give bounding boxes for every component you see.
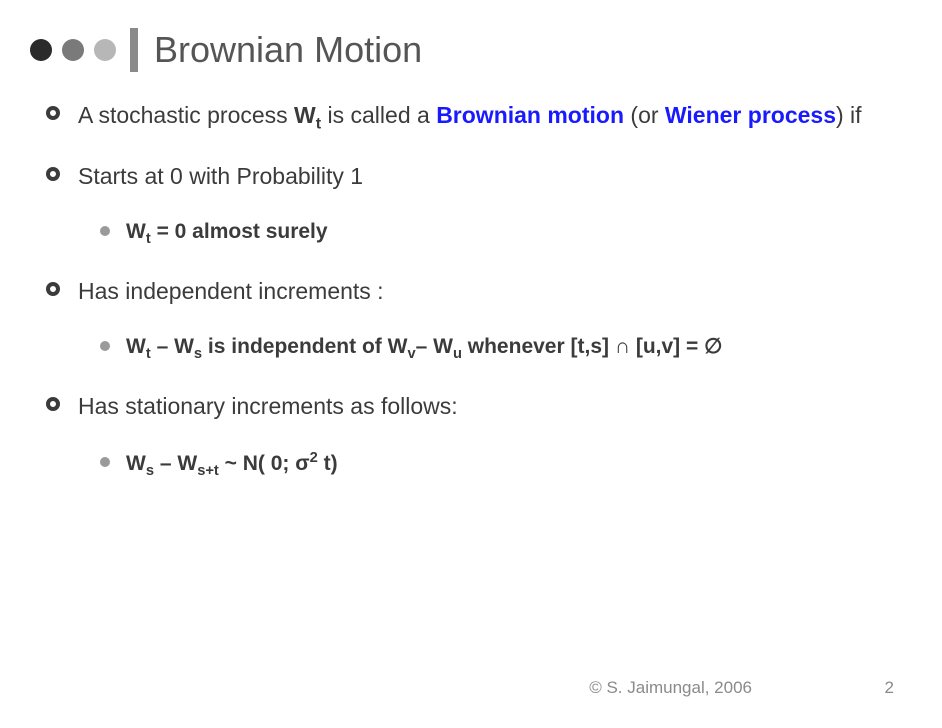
- subscript: u: [453, 347, 462, 363]
- copyright-text: © S. Jaimungal, 2006: [589, 678, 752, 698]
- bullet-text: Starts at 0 with Probability 1: [78, 161, 896, 192]
- title-row: Brownian Motion: [30, 28, 912, 72]
- math-symbol: W: [174, 335, 194, 358]
- bullet-text: A stochastic process Wt is called a Brow…: [78, 100, 896, 135]
- math-symbol: W: [126, 452, 146, 475]
- text-fragment: is independent of: [202, 335, 388, 358]
- bullet-level1: Has independent increments :: [46, 276, 896, 307]
- bullet-level2: Wt = 0 almost surely: [100, 218, 896, 250]
- text-fragment: ~ N( 0; σ: [219, 452, 310, 475]
- bullet-text: Has stationary increments as follows:: [78, 391, 896, 422]
- text-fragment: is called a: [321, 102, 436, 128]
- text-fragment: –: [154, 452, 177, 475]
- text-fragment: t): [318, 452, 338, 475]
- subscript: s: [194, 347, 202, 363]
- math-symbol: W: [126, 220, 146, 243]
- text-fragment: (or: [624, 102, 665, 128]
- dot-icon: [94, 39, 116, 61]
- disc-bullet-icon: [100, 457, 110, 467]
- text-fragment: A stochastic process: [78, 102, 294, 128]
- math-symbol: W: [126, 335, 146, 358]
- bullet-level2: Wt – Ws is independent of Wv– Wu wheneve…: [100, 333, 896, 365]
- subscript: s+t: [197, 463, 219, 479]
- bullet-level1: Has stationary increments as follows:: [46, 391, 896, 422]
- text-fragment: = 0 almost surely: [151, 220, 328, 243]
- decorative-dots: [30, 39, 116, 61]
- bullet-level2: Ws – Ws+t ~ N( 0; σ2 t): [100, 449, 896, 482]
- subscript: s: [146, 463, 154, 479]
- math-symbol: W: [388, 335, 408, 358]
- bullet-text: Wt – Ws is independent of Wv– Wu wheneve…: [126, 333, 896, 365]
- bullet-text: Has independent increments :: [78, 276, 896, 307]
- text-fragment: W: [294, 102, 316, 128]
- math-symbol: W: [433, 335, 453, 358]
- math-expression: [t,s] ∩ [u,v] = ∅: [571, 335, 723, 358]
- bullet-text: Wt = 0 almost surely: [126, 218, 896, 250]
- slide: Brownian Motion A stochastic process Wt …: [0, 0, 942, 728]
- text-fragment: –: [151, 335, 174, 358]
- math-symbol: W: [177, 452, 197, 475]
- dot-icon: [62, 39, 84, 61]
- math-symbol: Wt: [294, 102, 321, 128]
- text-fragment: whenever: [462, 335, 571, 358]
- term-highlight: Wiener process: [665, 102, 836, 128]
- slide-title: Brownian Motion: [154, 29, 422, 71]
- bullet-level1: Starts at 0 with Probability 1: [46, 161, 896, 192]
- ring-bullet-icon: [46, 167, 60, 181]
- slide-body: A stochastic process Wt is called a Brow…: [46, 100, 896, 508]
- text-fragment: –: [416, 335, 434, 358]
- bullet-level1: A stochastic process Wt is called a Brow…: [46, 100, 896, 135]
- title-divider: [130, 28, 138, 72]
- term-highlight: Brownian motion: [436, 102, 624, 128]
- bullet-text: Ws – Ws+t ~ N( 0; σ2 t): [126, 449, 896, 482]
- disc-bullet-icon: [100, 341, 110, 351]
- text-fragment: ) if: [836, 102, 862, 128]
- ring-bullet-icon: [46, 106, 60, 120]
- superscript: 2: [310, 450, 318, 466]
- page-number: 2: [885, 678, 894, 698]
- ring-bullet-icon: [46, 282, 60, 296]
- dot-icon: [30, 39, 52, 61]
- disc-bullet-icon: [100, 226, 110, 236]
- ring-bullet-icon: [46, 397, 60, 411]
- subscript: v: [407, 347, 415, 363]
